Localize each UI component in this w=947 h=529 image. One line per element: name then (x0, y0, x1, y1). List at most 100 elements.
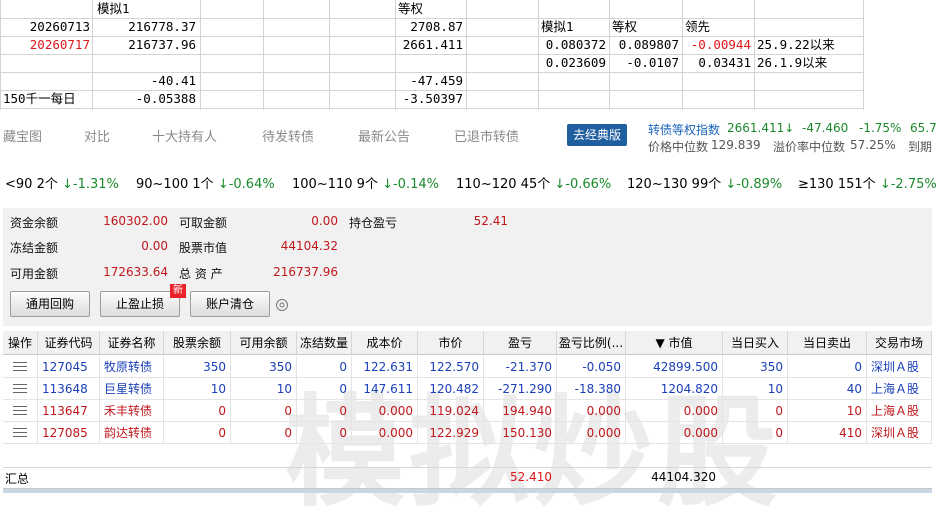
cell-code[interactable]: 127085 (38, 422, 100, 444)
dist-item-110-120[interactable]: 110~120 45个 ↓-0.66% (456, 173, 611, 192)
nav-item-top-holders[interactable]: 十大持有人 (152, 126, 217, 145)
cell-pnl-pct[interactable]: -0.050 (557, 356, 626, 378)
col-header-cost[interactable]: 成本价 (352, 331, 418, 355)
sheet-cell[interactable]: -40.41 (92, 72, 196, 90)
sheet-cell[interactable]: 0.03431 (682, 54, 751, 72)
cell-value[interactable]: 0.000 (626, 422, 723, 444)
cell-buy[interactable]: 10 (723, 378, 788, 400)
nav-item-latest-announcements[interactable]: 最新公告 (358, 126, 410, 145)
cell-available[interactable]: 10 (231, 378, 297, 400)
cell-frozen[interactable]: 0 (297, 400, 352, 422)
repo-button[interactable]: 通用回购 (10, 291, 90, 317)
settings-gear-icon[interactable] (275, 298, 289, 312)
cell-pnl-pct[interactable]: 0.000 (557, 422, 626, 444)
col-header-code[interactable]: 证券代码 (38, 331, 100, 355)
cell-sell[interactable]: 10 (788, 400, 867, 422)
cell-market[interactable]: 深圳Ａ股 (867, 422, 932, 444)
sheet-cell[interactable]: 26.1.9以来 (757, 54, 827, 72)
stop-profit-loss-button[interactable]: 止盈止损 (100, 291, 180, 317)
cell-cost[interactable]: 0.000 (352, 400, 418, 422)
cell-pnl-pct[interactable]: 0.000 (557, 400, 626, 422)
cell-name[interactable]: 巨星转债 (100, 378, 164, 400)
sheet-cell[interactable]: 20260713 (0, 18, 90, 36)
sheet-cell[interactable]: 0.080372 (538, 36, 606, 54)
nav-item-compare[interactable]: 对比 (84, 126, 110, 145)
row-drag-icon[interactable] (3, 400, 38, 422)
col-header-price[interactable]: 市价 (418, 331, 484, 355)
sheet-cell[interactable]: 2661.411 (395, 36, 463, 54)
col-header-balance[interactable]: 股票余额 (164, 331, 231, 355)
cell-pnl[interactable]: -271.290 (484, 378, 557, 400)
row-drag-icon[interactable] (3, 422, 38, 444)
row-drag-icon[interactable] (3, 356, 38, 378)
col-header-buy-today[interactable]: 当日买入 (723, 331, 788, 355)
cell-name[interactable]: 韵达转债 (100, 422, 164, 444)
cell-price[interactable]: 120.482 (418, 378, 484, 400)
cell-cost[interactable]: 0.000 (352, 422, 418, 444)
sheet-cell[interactable]: 216778.37 (92, 18, 196, 36)
cell-frozen[interactable]: 0 (297, 378, 352, 400)
sheet-cell[interactable]: -3.50397 (395, 90, 463, 108)
col-header-sell-today[interactable]: 当日卖出 (788, 331, 867, 355)
sheet-cell[interactable]: -0.0107 (609, 54, 679, 72)
sheet-cell[interactable]: -47.459 (395, 72, 463, 90)
sheet-cell[interactable]: 0.089807 (609, 36, 679, 54)
cell-frozen[interactable]: 0 (297, 356, 352, 378)
index-name[interactable]: 转债等权指数 (648, 121, 720, 138)
cell-market[interactable]: 上海Ａ股 (867, 378, 932, 400)
cell-pnl-pct[interactable]: -18.380 (557, 378, 626, 400)
col-header-action[interactable]: 操作 (3, 331, 38, 355)
nav-item-delisted-bonds[interactable]: 已退市转债 (454, 126, 519, 145)
cell-cost[interactable]: 147.611 (352, 378, 418, 400)
col-header-name[interactable]: 证券名称 (100, 331, 164, 355)
cell-name[interactable]: 禾丰转债 (100, 400, 164, 422)
sheet-header-lead[interactable]: 领先 (685, 18, 710, 36)
sheet-cell[interactable]: 25.9.22以来 (757, 36, 835, 54)
cell-code[interactable]: 113647 (38, 400, 100, 422)
sheet-cell[interactable]: -0.05388 (92, 90, 196, 108)
cell-code[interactable]: 113648 (38, 378, 100, 400)
classic-version-button[interactable]: 去经典版 (567, 124, 627, 146)
cell-price[interactable]: 122.570 (418, 356, 484, 378)
cell-sell[interactable]: 40 (788, 378, 867, 400)
sheet-header-sim1-right[interactable]: 模拟1 (541, 18, 574, 36)
cell-code[interactable]: 127045 (38, 356, 100, 378)
col-header-market-value[interactable]: ▼ 市值 (626, 331, 723, 355)
cell-cost[interactable]: 122.631 (352, 356, 418, 378)
col-header-market[interactable]: 交易市场 (867, 331, 932, 355)
col-header-pnl-pct[interactable]: 盈亏比例(... (557, 331, 626, 355)
cell-buy[interactable]: 0 (723, 422, 788, 444)
cell-available[interactable]: 0 (231, 400, 297, 422)
cell-market[interactable]: 深圳Ａ股 (867, 356, 932, 378)
cell-balance[interactable]: 0 (164, 400, 231, 422)
nav-item-pending-bonds[interactable]: 待发转债 (262, 126, 314, 145)
nav-item-treasure-map[interactable]: 藏宝图 (3, 126, 42, 145)
dist-item-gte130[interactable]: ≥130 151个 ↓-2.75% (798, 173, 937, 192)
sheet-cell[interactable]: 0.023609 (538, 54, 606, 72)
cell-balance[interactable]: 0 (164, 422, 231, 444)
col-header-frozen[interactable]: 冻结数量 (297, 331, 352, 355)
dist-item-100-110[interactable]: 100~110 9个 ↓-0.14% (292, 173, 439, 192)
cell-buy[interactable]: 350 (723, 356, 788, 378)
cell-value[interactable]: 42899.500 (626, 356, 723, 378)
cell-price[interactable]: 119.024 (418, 400, 484, 422)
cell-balance[interactable]: 10 (164, 378, 231, 400)
cell-pnl[interactable]: -21.370 (484, 356, 557, 378)
cell-pnl[interactable]: 194.940 (484, 400, 557, 422)
cell-pnl[interactable]: 150.130 (484, 422, 557, 444)
sheet-cell[interactable]: 150千一每日 (3, 90, 76, 108)
sheet-cell[interactable]: 20260717 (0, 36, 90, 54)
cell-buy[interactable]: 0 (723, 400, 788, 422)
row-drag-icon[interactable] (3, 378, 38, 400)
sheet-cell[interactable]: 216737.96 (92, 36, 196, 54)
dist-item-120-130[interactable]: 120~130 99个 ↓-0.89% (627, 173, 782, 192)
cell-value[interactable]: 0.000 (626, 400, 723, 422)
cell-frozen[interactable]: 0 (297, 422, 352, 444)
cell-market[interactable]: 上海Ａ股 (867, 400, 932, 422)
dist-item-90-100[interactable]: 90~100 1个 ↓-0.64% (136, 173, 275, 192)
cell-name[interactable]: 牧原转债 (100, 356, 164, 378)
sheet-header-equal-right[interactable]: 等权 (612, 18, 637, 36)
cell-price[interactable]: 122.929 (418, 422, 484, 444)
col-header-pnl[interactable]: 盈亏 (484, 331, 557, 355)
dist-item-lt90[interactable]: <90 2个 ↓-1.31% (5, 173, 119, 192)
